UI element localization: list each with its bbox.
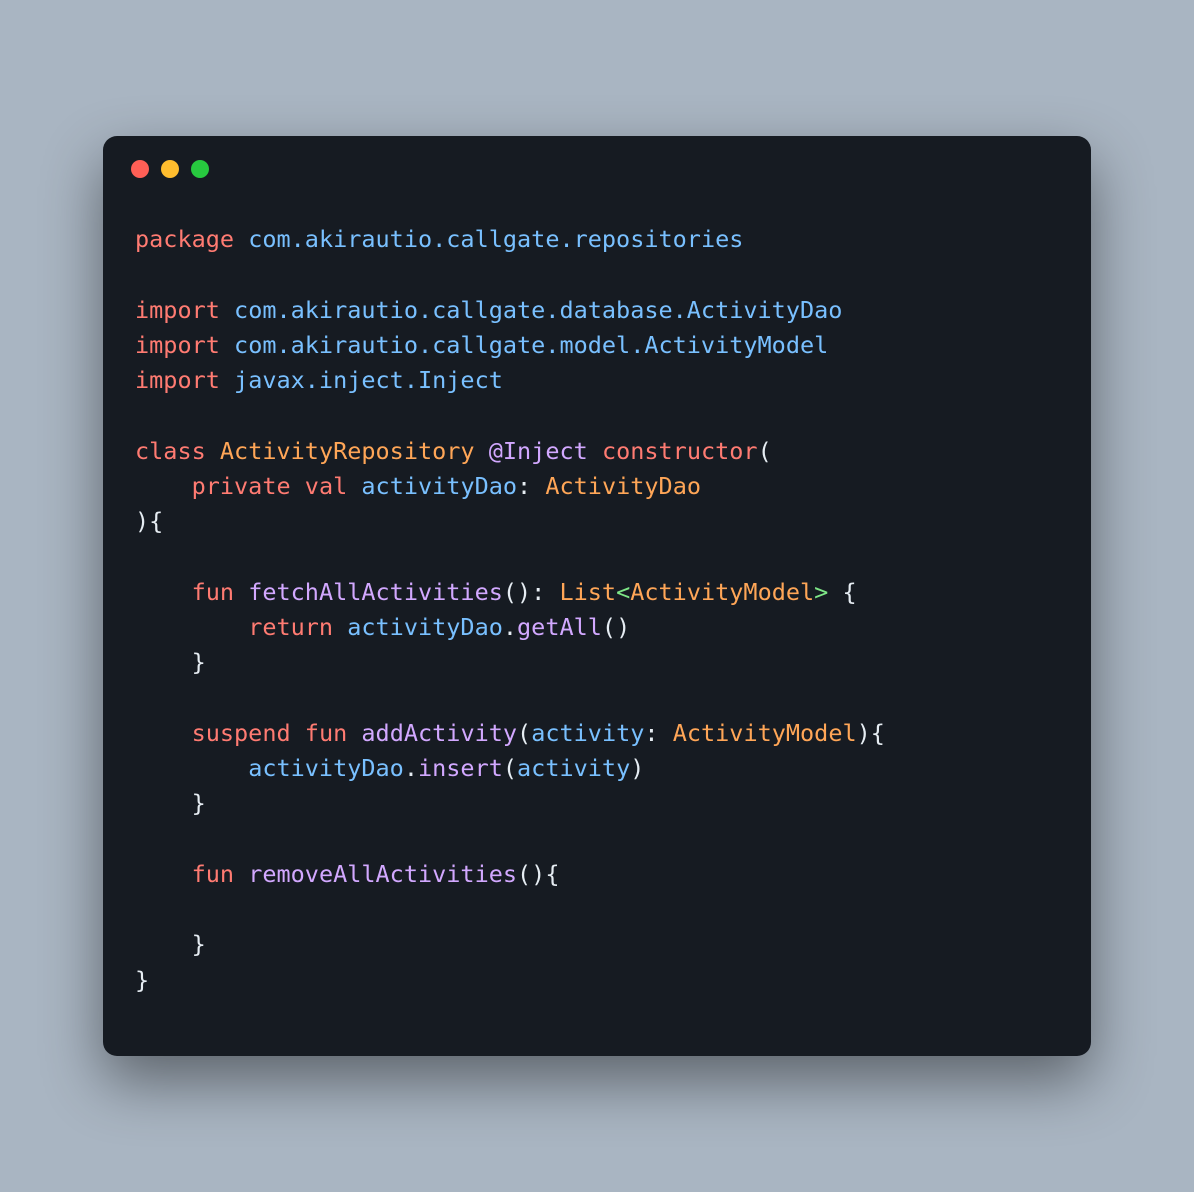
punct: : (644, 719, 658, 747)
punct: } (192, 648, 206, 676)
generic-type: ActivityModel (630, 578, 814, 606)
punct: < (616, 578, 630, 606)
function-name: removeAllActivities (248, 860, 517, 888)
keyword: fun (192, 578, 234, 606)
punct: (): (503, 578, 545, 606)
punct: } (135, 966, 149, 994)
identifier: activityDao (361, 472, 517, 500)
import-path: com.akirautio.callgate.model.ActivityMod… (234, 331, 828, 359)
punct: ( (517, 719, 531, 747)
window-titlebar (103, 136, 1091, 192)
punct: . (404, 754, 418, 782)
punct: : (517, 472, 531, 500)
punct: ){ (135, 507, 163, 535)
punct: . (503, 613, 517, 641)
keyword: return (248, 613, 333, 641)
punct: { (828, 578, 856, 606)
punct: ( (758, 437, 772, 465)
keyword: suspend (192, 719, 291, 747)
punct: () (602, 613, 630, 641)
param: activity (531, 719, 644, 747)
code-editor[interactable]: package com.akirautio.callgate.repositor… (103, 192, 1091, 1008)
punct: } (192, 930, 206, 958)
identifier: activityDao (347, 613, 503, 641)
punct: (){ (517, 860, 559, 888)
punct: ( (503, 754, 517, 782)
function-name: addActivity (361, 719, 517, 747)
keyword: import (135, 296, 220, 324)
keyword: class (135, 437, 206, 465)
type: ActivityModel (673, 719, 857, 747)
code-window: package com.akirautio.callgate.repositor… (103, 136, 1091, 1056)
import-path: com.akirautio.callgate.database.Activity… (234, 296, 842, 324)
arg: activity (517, 754, 630, 782)
keyword: import (135, 366, 220, 394)
method-call: insert (418, 754, 503, 782)
punct: } (192, 789, 206, 817)
keyword: private (192, 472, 291, 500)
class-name: ActivityRepository (220, 437, 475, 465)
method-call: getAll (517, 613, 602, 641)
package-path: com.akirautio.callgate.repositories (248, 225, 743, 253)
minimize-icon[interactable] (161, 160, 179, 178)
maximize-icon[interactable] (191, 160, 209, 178)
identifier: activityDao (248, 754, 404, 782)
keyword: fun (305, 719, 347, 747)
type: List (559, 578, 616, 606)
keyword: package (135, 225, 234, 253)
keyword: fun (192, 860, 234, 888)
close-icon[interactable] (131, 160, 149, 178)
keyword: import (135, 331, 220, 359)
function-name: fetchAllActivities (248, 578, 503, 606)
punct: > (814, 578, 828, 606)
keyword: val (305, 472, 347, 500)
type: ActivityDao (545, 472, 701, 500)
annotation: @Inject (489, 437, 588, 465)
punct: ){ (857, 719, 885, 747)
punct: ) (630, 754, 644, 782)
import-path: javax.inject.Inject (234, 366, 503, 394)
keyword: constructor (602, 437, 758, 465)
